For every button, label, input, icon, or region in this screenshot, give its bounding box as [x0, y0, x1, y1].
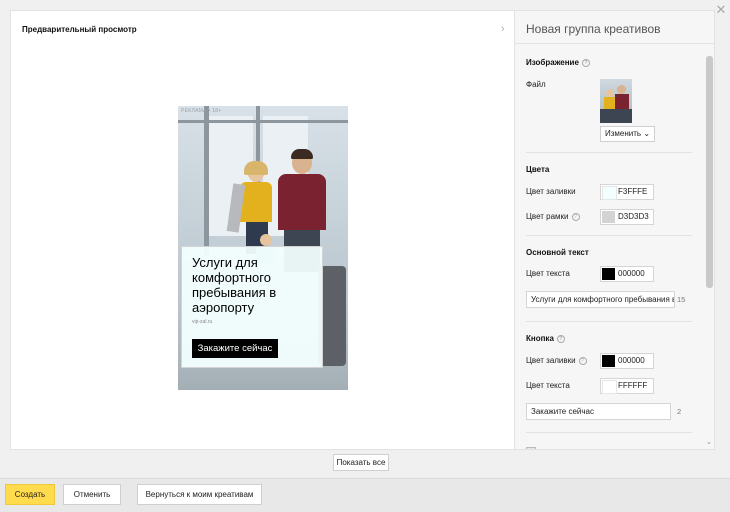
window-frame	[204, 106, 209, 256]
change-image-label: Изменить	[604, 129, 642, 138]
button-text-color-value: FFFFFF	[618, 381, 648, 390]
text-color-field[interactable]: 000000	[600, 266, 654, 282]
info-icon[interactable]: ?	[571, 212, 580, 221]
ad-preview: РЕКЛАМА • 18+ Услуги для комфортного пре…	[178, 106, 348, 390]
preview-title: Предварительный просмотр	[22, 25, 137, 34]
button-text-color-field[interactable]: FFFFFF	[600, 378, 654, 394]
file-label: Файл	[526, 80, 546, 89]
ad-text-card: Услуги для комфортного пребывания в аэро…	[181, 246, 323, 368]
fill-color-label: Цвет заливки	[526, 187, 576, 196]
button-section-label: Кнопка	[526, 334, 554, 343]
divider	[526, 432, 692, 433]
change-image-button[interactable]: Изменить ⌄	[600, 126, 655, 142]
button-fill-field[interactable]: 000000	[600, 353, 654, 369]
info-icon[interactable]: ?	[581, 58, 590, 67]
cancel-button[interactable]: Отменить	[63, 484, 121, 505]
fill-color-swatch[interactable]	[602, 186, 617, 200]
button-fill-text: Цвет заливки	[526, 356, 576, 365]
button-fill-swatch[interactable]	[602, 355, 615, 367]
border-color-text: Цвет рамки	[526, 212, 569, 221]
text-color-label: Цвет текста	[526, 269, 570, 278]
button-text-color-label: Цвет текста	[526, 381, 570, 390]
main-text-count: 15	[677, 295, 686, 304]
fill-color-value: F3FFFE	[618, 187, 648, 196]
button-section-title: Кнопка?	[526, 334, 565, 343]
fill-color-field[interactable]: F3FFFE	[600, 184, 654, 200]
button-text-input[interactable]: Закажите сейчас	[526, 403, 671, 420]
button-fill-label: Цвет заливки?	[526, 356, 587, 365]
ad-age-label: РЕКЛАМА • 18+	[181, 108, 222, 114]
colors-section-title: Цвета	[526, 165, 550, 174]
scroll-down-icon[interactable]: ⌄	[706, 438, 712, 446]
ad-domain: vip-zal.ru	[192, 319, 213, 325]
main-text-section-title: Основной текст	[526, 248, 589, 257]
text-color-value: 000000	[618, 269, 645, 278]
button-fill-value: 000000	[618, 356, 645, 365]
settings-scroll-area[interactable]: Изображение? Файл Изменить ⌄ Цвета Цвет …	[515, 44, 705, 449]
close-icon[interactable]: ✕	[713, 2, 729, 18]
settings-panel: Новая группа креативов Изображение? Файл…	[514, 11, 714, 449]
divider	[526, 152, 692, 153]
border-color-field[interactable]: D3D3D3	[600, 209, 654, 225]
divider	[526, 235, 692, 236]
next-section-checkbox[interactable]	[526, 447, 536, 449]
button-text-color-swatch[interactable]	[602, 380, 617, 394]
create-button[interactable]: Создать	[5, 484, 55, 505]
scrollbar-thumb[interactable]	[706, 56, 713, 288]
ad-headline: Услуги для комфортного пребывания в аэро…	[192, 255, 277, 315]
info-icon[interactable]: ?	[578, 356, 587, 365]
text-color-swatch[interactable]	[602, 268, 615, 280]
panel-title: Новая группа креативов	[526, 22, 661, 36]
border-color-label: Цвет рамки?	[526, 212, 580, 221]
show-all-button[interactable]: Показать все	[333, 454, 389, 471]
main-text-input[interactable]: Услуги для комфортного пребывания в	[526, 291, 675, 308]
image-section-label: Изображение	[526, 58, 579, 67]
divider	[526, 321, 692, 322]
button-text-count: 2	[677, 407, 682, 416]
back-to-creatives-button[interactable]: Вернуться к моим креативам	[137, 484, 262, 505]
image-section-title: Изображение?	[526, 58, 590, 67]
info-icon[interactable]: ?	[556, 334, 565, 343]
window-frame	[178, 120, 348, 123]
border-color-swatch[interactable]	[602, 211, 615, 223]
chevron-right-icon[interactable]: ›	[501, 23, 505, 35]
creative-editor-modal: Предварительный просмотр › РЕКЛАМА • 18+	[10, 10, 715, 450]
ad-cta-button[interactable]: Закажите сейчас	[192, 339, 278, 358]
border-color-value: D3D3D3	[618, 212, 649, 221]
image-thumbnail[interactable]	[600, 79, 632, 123]
chevron-down-icon: ⌄	[643, 129, 651, 138]
